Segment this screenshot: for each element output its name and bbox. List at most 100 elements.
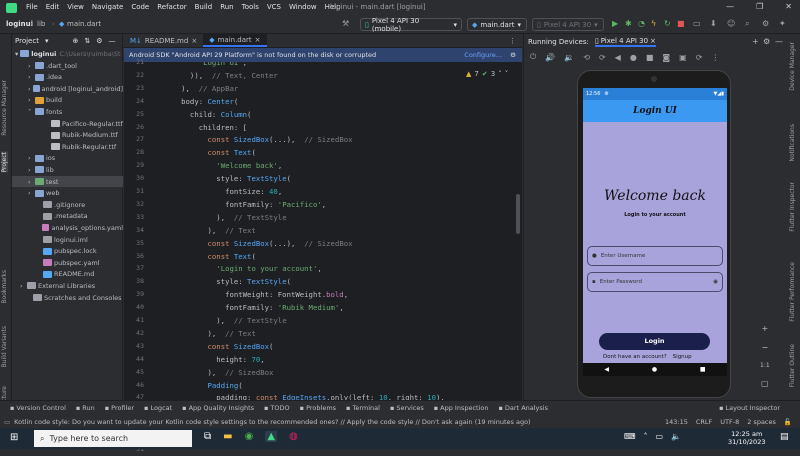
app-icon[interactable]: ◍ (289, 431, 298, 442)
tree-item[interactable]: › test (12, 176, 123, 187)
rotate-right-icon[interactable]: ⟳ (599, 53, 606, 62)
tree-item[interactable]: Scratches and Consoles (12, 292, 123, 303)
menu-file[interactable]: File (26, 3, 38, 11)
device-selector[interactable]: ▯ Pixel 4 API 30 (mobile) ▾ (360, 17, 462, 33)
menu-edit[interactable]: Edit (46, 3, 60, 11)
tree-item[interactable]: Rubik-Regular.ttf (12, 141, 123, 152)
login-button[interactable]: Login (599, 333, 710, 350)
menu-refactor[interactable]: Refactor (157, 3, 186, 11)
project-view-label[interactable]: Project (15, 37, 39, 45)
toolwindow-app-quality-insights[interactable]: ▪ App Quality Insights (182, 404, 254, 412)
more-icon[interactable]: ⋮ (711, 53, 719, 62)
chevron-icon[interactable]: ˅ (28, 108, 35, 116)
chevron-icon[interactable]: › (20, 282, 27, 290)
profile-icon[interactable]: ◔ (638, 19, 645, 28)
tree-item[interactable]: › .idea (12, 72, 123, 83)
resource-manager-tab[interactable]: Resource Manager (1, 80, 8, 136)
gear-icon[interactable]: ⚙ (762, 19, 769, 28)
tree-root-row[interactable]: ▾ loginui C:\Users\ruimba\St (12, 48, 123, 59)
file-encoding[interactable]: UTF-8 (720, 418, 739, 426)
toolwindow-services[interactable]: ▪ Services (390, 404, 424, 412)
taskbar-search[interactable]: ⌕ Type here to search (34, 430, 192, 447)
power-icon[interactable]: ⏻ (530, 52, 536, 62)
stop-icon[interactable]: ■ (677, 19, 685, 28)
menu-tools[interactable]: Tools (242, 3, 259, 11)
clock[interactable]: 12:25 am 31/10/2023 (728, 430, 765, 446)
sdk-manager-icon[interactable]: ⬇ (710, 19, 717, 28)
password-field[interactable]: ▪ Enter Password ◉ (587, 272, 723, 292)
hide-icon[interactable]: — (775, 37, 783, 46)
run-icon[interactable]: ▶ (612, 19, 618, 28)
flutter-performance-tab[interactable]: Flutter Performance (789, 262, 796, 322)
tree-item[interactable]: › build (12, 95, 123, 106)
avd-selector[interactable]: ▯ Pixel 4 API 30 ▾ (532, 18, 604, 31)
chevron-icon[interactable]: › (28, 62, 35, 70)
overview-icon[interactable]: ■ (646, 53, 654, 62)
home-icon[interactable]: ● (630, 53, 637, 62)
zoom-out-icon[interactable]: − (761, 343, 768, 352)
username-field[interactable]: ● Enter Username (587, 246, 723, 266)
search-icon[interactable]: ⌕ (745, 19, 749, 29)
windows-start-icon[interactable]: ⊞ (10, 432, 18, 443)
settings-icon[interactable]: ⚙ (510, 51, 516, 59)
tree-item[interactable]: loginui.iml (12, 234, 123, 245)
toolwindow-run[interactable]: ▪ Run (76, 404, 95, 412)
tree-item[interactable]: › web (12, 188, 123, 199)
notifications-tab[interactable]: Notifications (789, 124, 796, 162)
record-icon[interactable]: ▣ (679, 53, 687, 62)
chevron-icon[interactable]: › (28, 73, 35, 81)
close-icon[interactable]: × (650, 37, 656, 45)
more-tabs-icon[interactable]: ⋮ (503, 34, 522, 47)
chevron-down-icon[interactable]: ▾ (45, 37, 49, 45)
chevron-icon[interactable]: › (28, 154, 35, 162)
code-area[interactable]: 'Login UI', )), // Text, Center ), // Ap… (146, 62, 516, 400)
network-icon[interactable]: ▭ (656, 432, 664, 441)
add-icon[interactable]: + (752, 37, 759, 46)
chevron-up-icon[interactable]: ˄ (644, 432, 648, 441)
tree-item[interactable]: Pacifico-Regular.ttf (12, 118, 123, 129)
phone-screen[interactable]: 12:56 ⚙ ▼◢▮ Login UI Welcome back Login … (583, 88, 727, 376)
nav-back-icon[interactable]: ◀ (604, 366, 609, 373)
device-tab[interactable]: ▯ Pixel 4 API 30 × (594, 37, 656, 47)
debug-icon[interactable]: ✱ (625, 19, 632, 28)
volume-icon[interactable]: 🔈 (671, 432, 681, 441)
menu-build[interactable]: Build (195, 3, 213, 11)
hot-reload-icon[interactable]: ϟ (651, 19, 656, 28)
minimize-icon[interactable]: — (726, 2, 734, 11)
close-icon[interactable]: ✕ (785, 2, 792, 11)
indent-setting[interactable]: 2 spaces (747, 418, 776, 426)
chevron-icon[interactable]: › (28, 166, 35, 174)
android-studio-icon[interactable]: ▲ (265, 431, 278, 442)
zoom-actual-size[interactable]: 1:1 (760, 362, 770, 369)
lock-icon[interactable]: 🔓 (784, 418, 792, 426)
chrome-icon[interactable]: ◉ (245, 431, 254, 442)
collapse-icon[interactable]: ⇅ (84, 37, 90, 45)
menu-code[interactable]: Code (131, 3, 149, 11)
tree-item[interactable]: › lib (12, 164, 123, 175)
tree-item[interactable]: .gitignore (12, 199, 123, 210)
screenshot-icon[interactable]: ◙ (662, 53, 670, 62)
caret-position[interactable]: 143:15 (665, 418, 688, 426)
chevron-icon[interactable]: › (28, 189, 35, 197)
toolwindow-profiler[interactable]: ▪ Profiler (105, 404, 134, 412)
close-icon[interactable]: × (255, 36, 261, 44)
gear-icon[interactable]: ⚙ (96, 37, 102, 45)
flutter-outline-tab[interactable]: Flutter Outline (789, 344, 796, 387)
task-view-icon[interactable]: ⧉ (204, 431, 211, 442)
toolwindow-dart-analysis[interactable]: ▪ Dart Analysis (499, 404, 548, 412)
signup-link[interactable]: Signup (673, 354, 692, 360)
tree-item[interactable]: › android [loginui_android] (12, 83, 123, 94)
file-explorer-icon[interactable]: ▬ (223, 431, 232, 442)
toolwindow-version-control[interactable]: ▪ Version Control (10, 404, 66, 412)
toolwindow-problems[interactable]: ▪ Problems (300, 404, 336, 412)
nav-recents-icon[interactable]: ■ (700, 366, 706, 373)
project-tab[interactable]: Project (1, 152, 8, 173)
zoom-in-icon[interactable]: + (761, 324, 768, 333)
breadcrumb-file[interactable]: main.dart (67, 20, 101, 28)
configure-link[interactable]: Configure... (464, 51, 502, 59)
gear-icon[interactable]: ⚙ (763, 37, 770, 46)
volume-up-icon[interactable]: 🔊 (545, 53, 555, 62)
tree-item[interactable]: Rubik-Medium.ttf (12, 130, 123, 141)
menu-navigate[interactable]: Navigate (92, 3, 123, 11)
close-icon[interactable]: × (191, 37, 197, 45)
